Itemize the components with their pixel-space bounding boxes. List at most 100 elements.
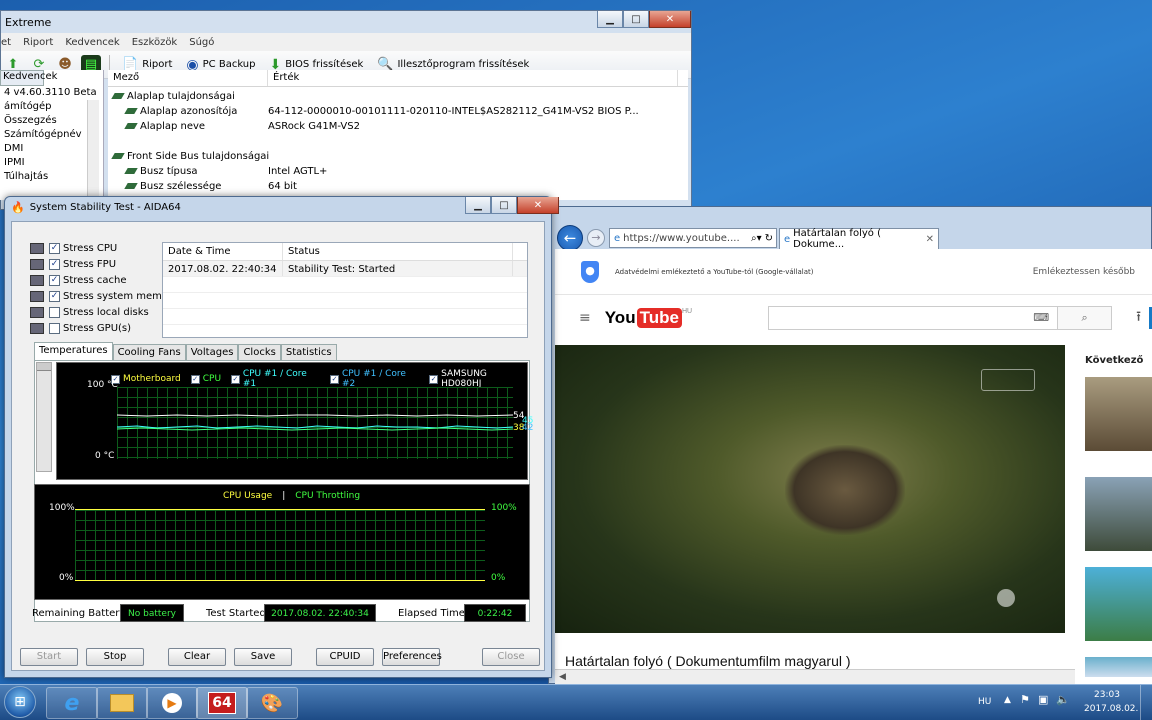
- active-tab[interactable]: e Határtalan folyó ( Dokume... ✕: [779, 228, 939, 250]
- maximize-button[interactable]: □: [623, 11, 649, 28]
- log-row[interactable]: 2017.08.02. 22:40:34 Stability Test: Sta…: [163, 261, 527, 277]
- stress-option[interactable]: ✓ Stress FPU: [30, 256, 178, 272]
- property-field-text: Alaplap tulajdonságai: [127, 91, 235, 102]
- save-button[interactable]: Save: [234, 648, 292, 666]
- horizontal-scrollbar[interactable]: ◀: [555, 669, 1075, 685]
- cpu-axis-top-left: 100%: [49, 503, 75, 513]
- search-icon[interactable]: ⌕▾: [751, 233, 762, 244]
- legend-checkbox[interactable]: ✓: [330, 374, 339, 384]
- tab-voltages[interactable]: Voltages: [185, 344, 239, 360]
- menu-item-report[interactable]: Riport: [23, 37, 53, 48]
- keyboard-icon[interactable]: ⌨: [1033, 311, 1049, 324]
- search-button[interactable]: ⌕: [1058, 306, 1113, 330]
- graph-slider[interactable]: [36, 362, 52, 472]
- preferences-button[interactable]: Preferences: [382, 648, 442, 666]
- hamburger-menu-icon[interactable]: ≡: [579, 310, 591, 326]
- property-row[interactable]: Busz szélessége 64 bit: [108, 179, 688, 194]
- remind-later-link[interactable]: Emlékeztessen később: [1033, 267, 1135, 277]
- property-row[interactable]: Alaplap azonosítója 64-112-0000010-001011…: [108, 104, 688, 119]
- sst-title-bar[interactable]: 🔥 System Stability Test - AIDA64: [11, 201, 181, 214]
- tab-close-icon[interactable]: ✕: [926, 234, 938, 245]
- tree-node-version[interactable]: 4 v4.60.3110 Beta: [0, 86, 103, 100]
- start-button[interactable]: Start: [20, 648, 78, 666]
- menu-item-help[interactable]: Súgó: [189, 37, 214, 48]
- menu-item-tools[interactable]: Eszközök: [132, 37, 178, 48]
- tab-clocks[interactable]: Clocks: [238, 344, 281, 360]
- main-title-bar[interactable]: Extreme: [1, 11, 691, 33]
- stop-button[interactable]: Stop: [86, 648, 144, 666]
- legend-checkbox[interactable]: ✓: [190, 374, 200, 384]
- tab-temperatures[interactable]: Temperatures: [34, 342, 113, 360]
- youtube-logo[interactable]: You Tube HU: [605, 308, 692, 328]
- close-dialog-button[interactable]: Close: [482, 648, 540, 666]
- stress-checkbox[interactable]: ✓: [49, 258, 60, 270]
- slider-thumb[interactable]: [37, 363, 51, 371]
- temp-legend-item[interactable]: ✓ CPU #1 / Core #1: [231, 369, 320, 389]
- volume-icon[interactable]: 🔈: [1056, 693, 1070, 706]
- temp-legend-item[interactable]: ✓ SAMSUNG HD080HJ: [429, 369, 527, 389]
- tree-scrollbar[interactable]: [87, 100, 99, 200]
- menu-item-file[interactable]: et: [1, 37, 11, 48]
- refresh-icon[interactable]: ↻: [765, 233, 776, 244]
- stress-checkbox[interactable]: ✓: [49, 290, 60, 302]
- suggested-thumb[interactable]: [1085, 567, 1152, 641]
- tab-cooling-fans[interactable]: Cooling Fans: [112, 344, 186, 360]
- stress-option[interactable]: ✓ Stress cache: [30, 272, 178, 288]
- property-group-row[interactable]: Front Side Bus tulajdonságai: [108, 149, 688, 164]
- upload-icon[interactable]: ⭱: [1136, 306, 1141, 330]
- language-indicator[interactable]: HU: [978, 697, 991, 707]
- stress-checkbox[interactable]: [49, 306, 60, 318]
- forward-button[interactable]: →: [587, 229, 605, 247]
- temp-legend-item[interactable]: ✓ CPU #1 / Core #2: [330, 369, 419, 389]
- tab-statistics[interactable]: Statistics: [280, 344, 337, 360]
- field-column-header[interactable]: Mező: [108, 70, 268, 86]
- show-hidden-icons[interactable]: ▲: [1004, 695, 1011, 705]
- menu-item-favorites[interactable]: Kedvencek: [65, 37, 119, 48]
- clock-time[interactable]: 23:03: [1094, 690, 1120, 700]
- suggested-thumb[interactable]: [1085, 477, 1152, 551]
- cpuid-button[interactable]: CPUID: [316, 648, 374, 666]
- temp-legend-item[interactable]: ✓ Motherboard: [111, 374, 181, 384]
- address-bar[interactable]: e https://www.youtube.... ⌕▾ ↻: [609, 228, 777, 248]
- suggested-thumb[interactable]: [1085, 657, 1152, 677]
- stress-option[interactable]: Stress local disks: [30, 304, 178, 320]
- back-button[interactable]: ←: [557, 225, 583, 251]
- logo-you: You: [604, 308, 636, 327]
- taskbar-explorer[interactable]: [96, 687, 148, 719]
- status-column-header[interactable]: Status: [283, 243, 513, 260]
- stress-option[interactable]: ✓ Stress system memory: [30, 288, 178, 304]
- taskbar-media-player[interactable]: ▶: [146, 687, 198, 719]
- legend-checkbox[interactable]: ✓: [429, 374, 439, 384]
- property-group-row[interactable]: Alaplap tulajdonságai: [108, 89, 688, 104]
- stress-option[interactable]: Stress GPU(s): [30, 320, 178, 336]
- sst-close-button[interactable]: ✕: [517, 197, 559, 214]
- clear-button[interactable]: Clear: [168, 648, 226, 666]
- search-input[interactable]: ⌨: [768, 306, 1059, 330]
- favorites-tab[interactable]: Kedvencek: [0, 70, 57, 86]
- legend-checkbox[interactable]: ✓: [231, 374, 240, 384]
- minimize-button[interactable]: ▁: [597, 11, 623, 28]
- value-column-header[interactable]: Érték: [268, 70, 678, 86]
- network-icon[interactable]: ▣: [1038, 693, 1048, 706]
- close-button[interactable]: ✕: [649, 11, 691, 28]
- property-row[interactable]: Busz típusa Intel AGTL+: [108, 164, 688, 179]
- stress-checkbox[interactable]: ✓: [49, 242, 60, 254]
- stress-option[interactable]: ✓ Stress CPU: [30, 240, 178, 256]
- start-orb[interactable]: ⊞: [4, 686, 36, 718]
- taskbar-ie[interactable]: e: [46, 687, 98, 719]
- show-desktop-button[interactable]: [1140, 685, 1152, 720]
- taskbar-paint[interactable]: 🎨: [246, 687, 298, 719]
- temp-legend-item[interactable]: ✓ CPU: [190, 374, 221, 384]
- property-row[interactable]: [108, 134, 688, 149]
- date-column-header[interactable]: Date & Time: [163, 243, 283, 260]
- property-row[interactable]: Alaplap neve ASRock G41M-VS2: [108, 119, 688, 134]
- video-player[interactable]: [555, 345, 1065, 633]
- sst-minimize-button[interactable]: ▁: [465, 197, 491, 214]
- stress-checkbox[interactable]: ✓: [49, 274, 60, 286]
- flag-icon[interactable]: ⚑: [1020, 693, 1030, 706]
- suggested-thumb[interactable]: [1085, 377, 1152, 451]
- sst-maximize-button[interactable]: □: [491, 197, 517, 214]
- taskbar-aida64[interactable]: 64: [196, 687, 248, 719]
- clock-date[interactable]: 2017.08.02.: [1084, 704, 1138, 714]
- stress-checkbox[interactable]: [49, 322, 60, 334]
